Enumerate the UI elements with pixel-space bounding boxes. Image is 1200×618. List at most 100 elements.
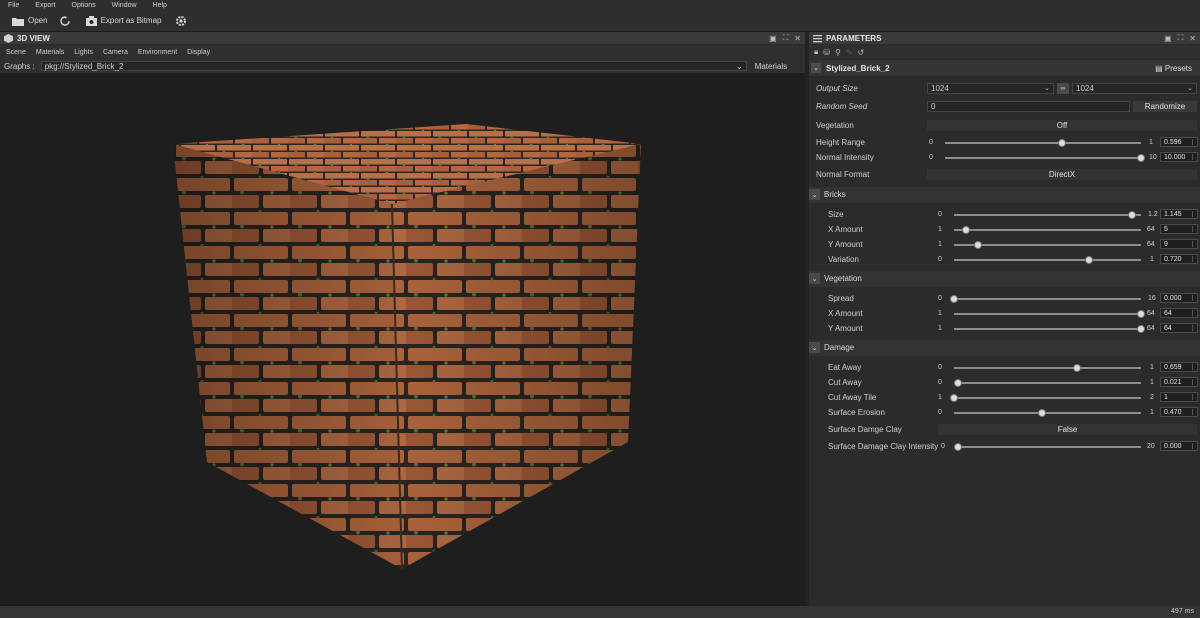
3d-viewport[interactable] [0, 74, 805, 606]
bricks-y-amount-handle[interactable] [973, 241, 982, 249]
settings-button[interactable] [174, 14, 192, 28]
menu-options[interactable]: Options [72, 2, 96, 9]
bricks-x-amount-value[interactable]: 5 [1160, 224, 1198, 234]
surface-damage-clay-toggle[interactable]: False [938, 424, 1197, 435]
vegetation-toggle[interactable]: Off [927, 120, 1197, 131]
bricks-variation-value[interactable]: 0.720 [1160, 254, 1198, 264]
damage-section-header[interactable]: ⌄ Damage [809, 340, 1200, 356]
view-menu-lights[interactable]: Lights [74, 49, 93, 56]
bricks-size-slider[interactable] [954, 214, 1141, 216]
close-icon[interactable]: ✕ [794, 34, 801, 43]
lock-icon[interactable]: 🔒︎ [814, 47, 818, 57]
surface-damage-clay-intensity-value[interactable]: 0.000 [1160, 441, 1198, 451]
surface-erosion-slider[interactable] [954, 412, 1141, 414]
normal-intensity-value[interactable]: 10.000 [1160, 152, 1198, 162]
bricks-variation-handle[interactable] [1084, 256, 1093, 264]
cut-away-tile-value[interactable]: 1 [1160, 392, 1198, 402]
veg-x-amount-slider[interactable] [954, 313, 1141, 315]
surface-erosion-value[interactable]: 0.470 [1160, 407, 1198, 417]
height-range-slider[interactable] [945, 142, 1141, 144]
eat-away-slider[interactable] [954, 367, 1141, 369]
bricks-variation-row: Variation 0 1 0.720 [809, 252, 1200, 267]
normal-format-row: Normal Format DirectX [809, 167, 1200, 182]
link-icon[interactable]: ∞ [1057, 83, 1069, 94]
normal-intensity-handle[interactable] [1137, 154, 1145, 162]
veg-spread-handle[interactable] [950, 295, 958, 303]
bag-icon[interactable]: ⛁ [823, 48, 830, 57]
view-menu-environment[interactable]: Environment [138, 49, 177, 56]
graph-parameters-title: ⌄ Stylized_Brick_2 ▤ Presets [809, 60, 1200, 77]
random-seed-input[interactable]: 0 [927, 101, 1130, 112]
veg-y-amount-slider[interactable] [954, 328, 1141, 330]
cut-away-value[interactable]: 0.021 [1160, 377, 1198, 387]
veg-x-amount-handle[interactable] [1137, 310, 1145, 318]
menu-help[interactable]: Help [153, 2, 167, 9]
restore-icon[interactable]: ▣ [769, 34, 777, 43]
export-bitmap-label: Export as Bitmap [100, 16, 162, 25]
eat-away-handle[interactable] [1073, 364, 1082, 372]
output-width-select[interactable]: 1024 ⌄ [927, 83, 1054, 94]
bricks-x-amount-handle[interactable] [961, 226, 970, 234]
view-menu-materials[interactable]: Materials [36, 49, 64, 56]
view-menu-camera[interactable]: Camera [103, 49, 128, 56]
bricks-y-amount-slider[interactable] [954, 244, 1141, 246]
height-range-handle[interactable] [1057, 139, 1066, 147]
cut-away-slider[interactable] [954, 382, 1141, 384]
menu-export[interactable]: Export [35, 2, 55, 9]
bricks-size-value[interactable]: 1.145 [1160, 209, 1198, 219]
open-button[interactable]: Open [12, 16, 48, 26]
menu-window[interactable]: Window [112, 2, 137, 9]
veg-y-amount-handle[interactable] [1137, 325, 1145, 333]
veg-x-amount-value[interactable]: 64 [1160, 308, 1198, 318]
eat-away-value[interactable]: 0.659 [1160, 362, 1198, 372]
materials-button[interactable]: Materials [755, 62, 787, 71]
chevron-down-icon[interactable]: ⌄ [811, 63, 821, 73]
cut-away-handle[interactable] [953, 379, 962, 387]
view-menu-scene[interactable]: Scene [6, 49, 26, 56]
brick-cube-render [173, 124, 641, 570]
chevron-down-icon: ⌄ [809, 189, 820, 200]
randomize-button[interactable]: Randomize [1133, 101, 1197, 112]
output-height-select[interactable]: 1024 ⌄ [1072, 83, 1197, 94]
surface-erosion-handle[interactable] [1037, 409, 1046, 417]
presets-button[interactable]: ▤ Presets [1155, 64, 1192, 73]
veg-spread-slider[interactable] [954, 298, 1141, 300]
view-menu-display[interactable]: Display [187, 49, 210, 56]
height-range-label: Height Range [816, 138, 865, 147]
output-size-label: Output Size [816, 84, 858, 93]
parameters-title-text: PARAMETERS [826, 33, 882, 43]
cut-away-tile-handle[interactable] [950, 394, 958, 402]
gear-icon [175, 15, 186, 26]
bricks-variation-slider[interactable] [954, 259, 1141, 261]
restore-icon[interactable]: ▣ [1164, 34, 1172, 43]
export-bitmap-button[interactable]: Export as Bitmap [85, 15, 162, 26]
height-range-value[interactable]: 0.596 [1160, 137, 1198, 147]
normal-format-toggle[interactable]: DirectX [927, 169, 1197, 180]
graph-select[interactable]: pkg://Stylized_Brick_2 ⌄ [40, 61, 747, 71]
vegetation-section-header[interactable]: ⌄ Vegetation [809, 271, 1200, 287]
bricks-x-amount-slider[interactable] [954, 229, 1141, 231]
veg-y-amount-max: 64 [1147, 325, 1155, 332]
menu-file[interactable]: File [8, 2, 19, 9]
surface-damage-clay-intensity-slider[interactable] [958, 446, 1141, 448]
history-icon[interactable]: ↺ [858, 48, 865, 57]
surface-damage-clay-intensity-max: 20 [1147, 443, 1155, 450]
random-seed-value: 0 [931, 102, 936, 111]
brush-icon[interactable]: ✎ [846, 48, 853, 57]
refresh-button[interactable] [59, 15, 74, 26]
bricks-size-handle[interactable] [1128, 211, 1137, 219]
close-icon[interactable]: ✕ [1189, 34, 1196, 43]
presets-label: Presets [1164, 63, 1192, 73]
surface-damage-clay-intensity-handle[interactable] [954, 443, 962, 451]
maximize-icon[interactable]: ⛶ [1178, 33, 1184, 43]
bricks-section-header[interactable]: ⌄ Bricks [809, 187, 1200, 203]
cut-away-tile-slider[interactable] [954, 397, 1141, 399]
maximize-icon[interactable]: ⛶ [783, 33, 789, 43]
pin-icon[interactable]: ⚲ [835, 48, 841, 57]
view3d-title-text: 3D VIEW [17, 33, 50, 43]
veg-y-amount-min: 1 [938, 325, 942, 332]
normal-intensity-slider[interactable] [945, 157, 1141, 159]
bricks-y-amount-value[interactable]: 9 [1160, 239, 1198, 249]
veg-y-amount-value[interactable]: 64 [1160, 323, 1198, 333]
veg-spread-value[interactable]: 0.000 [1160, 293, 1198, 303]
